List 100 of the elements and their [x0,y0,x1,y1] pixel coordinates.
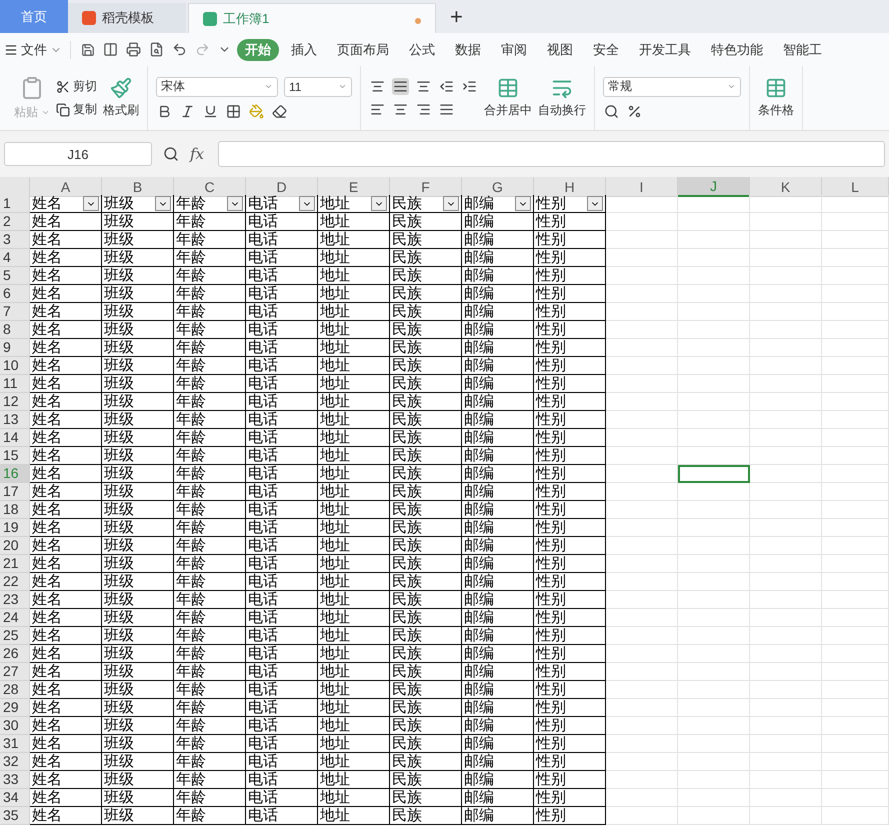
merge-center-button[interactable]: 合并居中 [484,77,532,119]
fill-color-icon[interactable] [248,102,265,120]
row-header[interactable]: 10 [0,357,30,375]
document-tab[interactable]: 工作簿1 [188,3,436,33]
ribbon-tab[interactable]: 视图 [539,38,581,60]
row-header[interactable]: 29 [0,699,30,717]
row-header[interactable]: 9 [0,339,30,357]
row-header[interactable]: 35 [0,807,30,825]
row-header[interactable]: 7 [0,303,30,321]
column-header[interactable]: B [102,177,174,197]
column-header[interactable]: G [462,177,534,197]
column-header[interactable]: E [318,177,390,197]
wrap-text-button[interactable]: 自动换行 [538,77,586,119]
ribbon-tab[interactable]: 数据 [447,38,489,60]
row-header[interactable]: 31 [0,735,30,753]
ribbon-tab[interactable]: 审阅 [493,38,535,60]
row-header[interactable]: 20 [0,537,30,555]
column-header[interactable]: H [534,177,606,197]
row-header[interactable]: 28 [0,681,30,699]
row-header[interactable]: 4 [0,249,30,267]
filter-dropdown-icon[interactable] [299,196,315,211]
row-header[interactable]: 2 [0,213,30,231]
document-tab[interactable]: 稻壳模板 [68,3,186,33]
formula-field[interactable] [218,141,885,167]
selected-cell[interactable] [678,465,750,483]
font-select[interactable]: 宋体 [156,76,278,96]
number-format-select[interactable]: 常规 [603,76,741,96]
ribbon-tab[interactable]: 公式 [401,38,443,60]
new-tab-button[interactable]: + [438,0,475,33]
table-cell: 电话 [246,501,318,519]
row-header[interactable]: 14 [0,429,30,447]
table-cell: 姓名 [30,429,102,447]
ribbon-tab[interactable]: 开发工具 [631,38,699,60]
ribbon-tab[interactable]: 插入 [283,38,325,60]
column-header[interactable]: I [606,177,678,197]
row-header[interactable]: 18 [0,501,30,519]
ribbon-tab[interactable]: 特色功能 [703,38,771,60]
column-header[interactable]: K [750,177,822,197]
file-menu[interactable]: 文件 [4,40,71,58]
filter-dropdown-icon[interactable] [155,196,171,211]
row-header[interactable]: 27 [0,663,30,681]
function-label[interactable]: fx [190,145,204,163]
zoom-icon[interactable] [162,145,180,163]
filter-dropdown-icon[interactable] [443,196,459,211]
filter-dropdown-icon[interactable] [587,196,603,211]
copy-button[interactable]: 复制 [56,101,97,118]
column-header[interactable]: A [30,177,102,197]
empty-cell [678,537,750,555]
table-cell: 性别 [534,321,606,339]
row-header[interactable]: 11 [0,375,30,393]
conditional-format-button[interactable]: 条件格 [758,77,794,119]
eraser-icon[interactable] [271,102,288,120]
table-cell: 地址 [318,699,390,717]
empty-cell [606,663,678,681]
row-header[interactable]: 15 [0,447,30,465]
row-header[interactable]: 22 [0,573,30,591]
filter-dropdown-icon[interactable] [371,196,387,211]
column-header[interactable]: F [390,177,462,197]
table-cell: 邮编 [462,267,534,285]
filter-dropdown-icon[interactable] [83,196,99,211]
row-header[interactable]: 19 [0,519,30,537]
name-box[interactable]: J16 [4,142,152,166]
empty-cell [750,699,822,717]
filter-dropdown-icon[interactable] [227,196,243,211]
table-cell: 民族 [390,249,462,267]
row-header[interactable]: 34 [0,789,30,807]
border-icon[interactable] [225,102,242,120]
row-header[interactable]: 33 [0,771,30,789]
row-header[interactable]: 25 [0,627,30,645]
row-header[interactable]: 17 [0,483,30,501]
format-painter-button[interactable]: 格式刷 [103,77,139,119]
row-header[interactable]: 1 [0,195,30,213]
ribbon-tab[interactable]: 安全 [585,38,627,60]
ribbon-tab[interactable]: 页面布局 [329,38,397,60]
row-header[interactable]: 21 [0,555,30,573]
font-size-select[interactable]: 11 [284,76,352,96]
empty-cell [822,501,889,519]
row-header[interactable]: 12 [0,393,30,411]
align-middle-icon[interactable] [392,78,409,95]
empty-cell [822,681,889,699]
empty-cell [606,717,678,735]
row-header[interactable]: 3 [0,231,30,249]
row-header[interactable]: 30 [0,717,30,735]
cut-button[interactable]: 剪切 [56,78,97,95]
row-header[interactable]: 24 [0,609,30,627]
row-header[interactable]: 8 [0,321,30,339]
column-header[interactable]: L [822,177,889,197]
column-header[interactable]: D [246,177,318,197]
row-header[interactable]: 6 [0,285,30,303]
filter-dropdown-icon[interactable] [515,196,531,211]
row-header[interactable]: 5 [0,267,30,285]
row-header[interactable]: 13 [0,411,30,429]
table-cell: 电话 [246,573,318,591]
ribbon-tab[interactable]: 智能工 [775,38,830,60]
empty-cell [822,231,889,249]
row-header[interactable]: 32 [0,753,30,771]
table-cell: 性别 [534,537,606,555]
column-header[interactable]: C [174,177,246,197]
row-header[interactable]: 26 [0,645,30,663]
row-header[interactable]: 23 [0,591,30,609]
